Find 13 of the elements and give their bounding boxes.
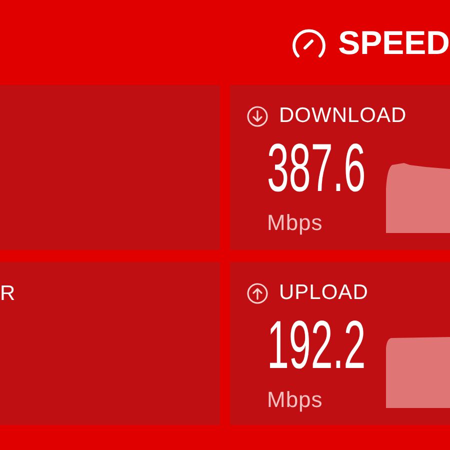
speed-graph xyxy=(386,161,450,233)
upload-icon xyxy=(247,282,268,304)
speed-value: 387.6 xyxy=(267,134,366,202)
metric-label: DOWNLOAD xyxy=(279,104,407,128)
unit-label: Mbps xyxy=(267,210,323,236)
speed-graph xyxy=(386,336,450,408)
metric-label: R xyxy=(0,282,16,306)
logo-text: SPEED xyxy=(338,24,450,62)
download-icon xyxy=(247,106,268,126)
speed-value: 192.2 xyxy=(267,311,366,379)
unit-label: Mbps xyxy=(267,387,323,413)
speedometer-icon xyxy=(290,26,328,58)
metric-label: UPLOAD xyxy=(279,281,368,305)
